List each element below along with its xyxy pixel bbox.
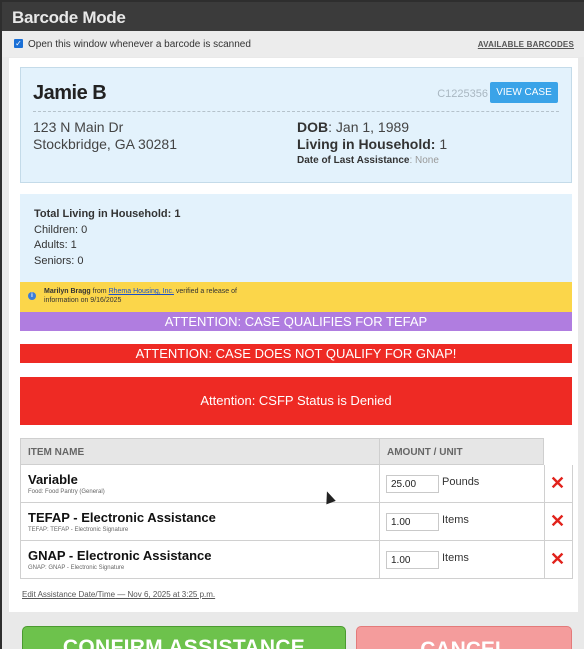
living-in-household: Living in Household: 1 — [297, 136, 447, 152]
available-barcodes-link[interactable]: AVAILABLE BARCODES — [478, 40, 574, 49]
col-divider — [544, 465, 545, 502]
household-adults: Adults: 1 — [34, 239, 77, 251]
tefap-alert: ATTENTION: CASE QUALIFIES FOR TEFAP — [20, 312, 572, 331]
edit-date-value: — Nov 6, 2025 at 3:25 p.m. — [115, 590, 216, 599]
col-divider — [379, 465, 380, 502]
main-panel: Jamie B C1225356 VIEW CASE 123 N Main Dr… — [9, 58, 578, 649]
info-icon: i — [28, 292, 36, 300]
col-item-name: ITEM NAME — [28, 447, 85, 458]
household-summary: Total Living in Household: 1 Children: 0… — [20, 194, 572, 282]
table-row: Variable Food: Food Pantry (General) 25.… — [20, 465, 573, 503]
gnap-alert: ATTENTION: CASE DOES NOT QUALIFY FOR GNA… — [20, 344, 572, 363]
window-title: Barcode Mode — [2, 2, 584, 31]
amount-input[interactable]: 1.00 — [386, 551, 439, 569]
item-sub: Food: Food Pantry (General) — [28, 489, 105, 495]
open-window-label: Open this window whenever a barcode is s… — [28, 39, 251, 50]
item-name: TEFAP - Electronic Assistance — [28, 510, 216, 525]
cancel-button[interactable]: CANCEL — [356, 626, 572, 649]
dob: DOB: Jan 1, 1989 — [297, 119, 409, 135]
item-sub: GNAP: GNAP - Electronic Signature — [28, 565, 125, 571]
edit-date-row: Edit Assistance Date/Time — Nov 6, 2025 … — [22, 590, 215, 599]
notice-line2: information on 9/16/2025 — [44, 297, 122, 304]
household-children: Children: 0 — [34, 224, 88, 236]
notice-line1: Marilyn Bragg from Rhema Housing, Inc. v… — [44, 288, 237, 295]
address-line1: 123 N Main Dr — [33, 119, 124, 135]
options-row: ✓ Open this window whenever a barcode is… — [2, 31, 584, 57]
item-sub: TEFAP: TEFAP - Electronic Signature — [28, 527, 129, 533]
notice-org-link[interactable]: Rhema Housing, Inc. — [109, 288, 174, 295]
amount-input[interactable]: 25.00 — [386, 475, 439, 493]
col-divider — [544, 503, 545, 540]
col-divider — [544, 541, 545, 578]
case-card: Jamie B C1225356 VIEW CASE 123 N Main Dr… — [20, 67, 572, 183]
notice-from: from — [90, 288, 109, 295]
living-label: Living in Household: — [297, 136, 436, 152]
household-seniors: Seniors: 0 — [34, 255, 84, 267]
case-id: C1225356 — [437, 88, 488, 100]
confirm-assistance-button[interactable]: CONFIRM ASSISTANCE — [22, 626, 346, 649]
unit-label: Items — [442, 552, 469, 564]
col-divider — [379, 503, 380, 540]
client-name: Jamie B — [33, 82, 107, 104]
last-assistance-value: : None — [409, 155, 439, 166]
item-name: GNAP - Electronic Assistance — [28, 548, 212, 563]
col-divider — [379, 541, 380, 578]
notice-person: Marilyn Bragg — [44, 288, 91, 295]
unit-label: Pounds — [442, 476, 480, 488]
last-assistance: Date of Last Assistance: None — [297, 155, 439, 166]
col-amount-unit: AMOUNT / UNIT — [379, 439, 470, 464]
address-line2: Stockbridge, GA 30281 — [33, 136, 177, 152]
dob-label: DOB — [297, 119, 329, 135]
table-header: ITEM NAME AMOUNT / UNIT — [20, 438, 544, 465]
items-table: ITEM NAME AMOUNT / UNIT Variable Food: F… — [20, 438, 573, 579]
living-value: 1 — [435, 136, 448, 152]
barcode-mode-window: Barcode Mode ✓ Open this window whenever… — [2, 2, 584, 649]
unit-label: Items — [442, 514, 469, 526]
view-case-button[interactable]: VIEW CASE — [490, 82, 558, 103]
household-total: Total Living in Household: 1 — [34, 208, 181, 220]
table-row: TEFAP - Electronic Assistance TEFAP: TEF… — [20, 503, 573, 541]
amount-input[interactable]: 1.00 — [386, 513, 439, 531]
dob-value: : Jan 1, 1989 — [328, 119, 410, 135]
notice-rest: verified a release of — [173, 288, 237, 295]
release-notice: i Marilyn Bragg from Rhema Housing, Inc.… — [20, 282, 572, 312]
remove-item-icon[interactable]: ✕ — [550, 511, 565, 532]
item-name: Variable — [28, 472, 78, 487]
last-assistance-label: Date of Last Assistance — [297, 155, 410, 166]
remove-item-icon[interactable]: ✕ — [550, 473, 565, 494]
table-row: GNAP - Electronic Assistance GNAP: GNAP … — [20, 541, 573, 579]
divider — [33, 111, 559, 112]
remove-item-icon[interactable]: ✕ — [550, 549, 565, 570]
edit-date-link[interactable]: Edit Assistance Date/Time — [22, 590, 115, 599]
csfp-alert: Attention: CSFP Status is Denied — [20, 377, 572, 425]
open-window-checkbox[interactable]: ✓ — [14, 39, 23, 48]
